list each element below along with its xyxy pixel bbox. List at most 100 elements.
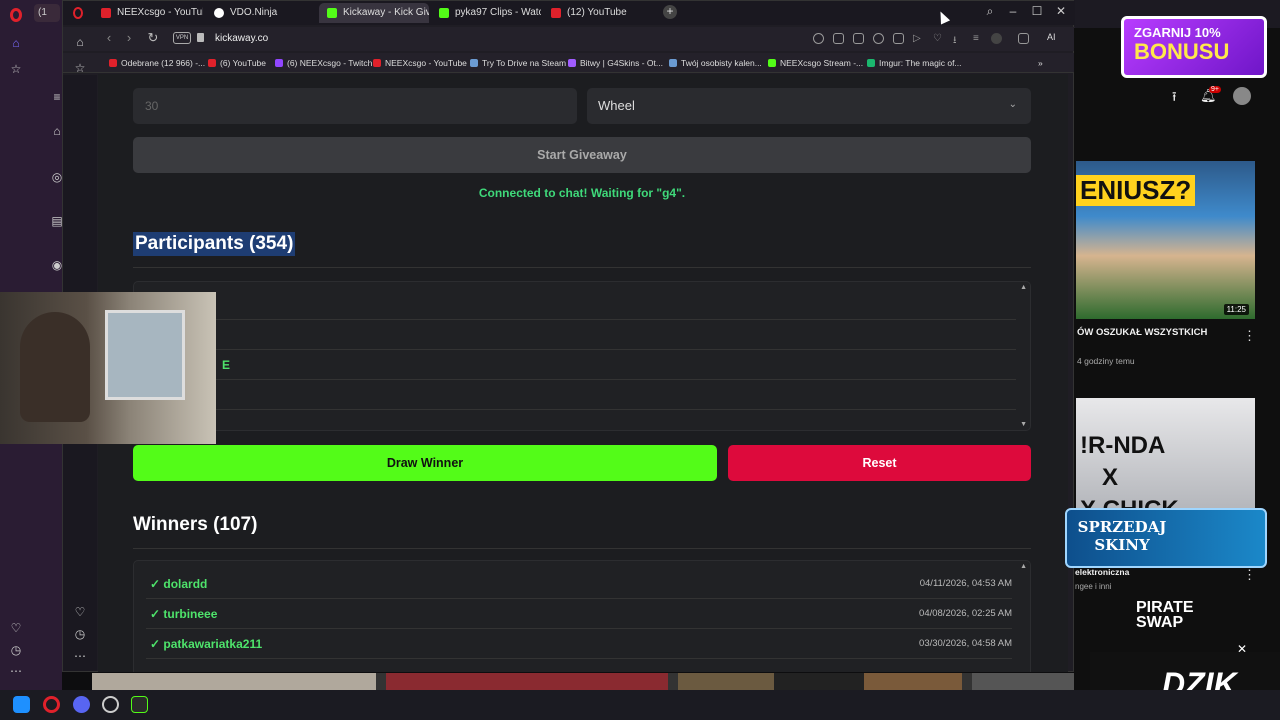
start-giveaway-button[interactable]: Start Giveaway: [133, 137, 1031, 173]
winner-name: ✓ turbineee: [150, 607, 218, 621]
participants-title: Participants (354): [133, 232, 296, 256]
bookmark-item[interactable]: (6) NEEXcsgo - Twitch: [275, 58, 372, 68]
kick-icon: [439, 8, 449, 18]
extension-icon[interactable]: [893, 33, 904, 44]
tab-pyka97-clips[interactable]: pyka97 Clips - Watch Live: [431, 3, 541, 23]
subscriptions-icon[interactable]: ▤: [50, 214, 64, 228]
tab-label: Kickaway - Kick Giveaway: [343, 7, 429, 18]
thumbnail-overlay-text: ENIUSZ?: [1076, 175, 1196, 206]
bookmark-item[interactable]: Odebrane (12 966) -...: [109, 58, 205, 68]
youtube-icon: [373, 59, 381, 67]
history-icon[interactable]: ◷: [9, 643, 23, 657]
outer-tab[interactable]: (1: [34, 4, 60, 22]
history-icon[interactable]: ◷: [73, 627, 87, 641]
duration-input[interactable]: 30: [133, 88, 577, 124]
close-icon[interactable]: ✕: [1049, 4, 1073, 18]
forward-icon[interactable]: ›: [121, 30, 137, 45]
tab-youtube-12[interactable]: (12) YouTube: [543, 3, 653, 23]
download-icon[interactable]: ⭳: [953, 33, 964, 46]
star-icon[interactable]: ☆: [73, 61, 87, 75]
home-icon[interactable]: ⌂: [9, 36, 23, 50]
menu-icon[interactable]: ≡: [973, 33, 984, 44]
bookmarks-overflow-icon[interactable]: »: [1038, 58, 1043, 68]
edit-icon[interactable]: [833, 33, 844, 44]
windows-start-icon[interactable]: [13, 696, 30, 713]
youtube-icon: [208, 59, 216, 67]
bookmark-star-icon[interactable]: ☆: [9, 62, 23, 76]
discord-icon[interactable]: [73, 696, 90, 713]
video-thumbnail[interactable]: ENIUSZ? 11:25: [1076, 161, 1255, 319]
bookmark-item[interactable]: NEEXcsgo Stream -...: [768, 58, 863, 68]
vpn-badge[interactable]: VPN: [173, 32, 191, 44]
shield-icon[interactable]: [873, 33, 884, 44]
lock-icon[interactable]: [197, 33, 204, 42]
video-title[interactable]: elektroniczna: [1075, 567, 1129, 577]
heart-icon[interactable]: ♡: [933, 33, 944, 44]
url-field[interactable]: kickaway.co: [215, 33, 268, 44]
opera-logo-icon[interactable]: [10, 8, 22, 22]
scroll-up-icon[interactable]: ▲: [1020, 284, 1027, 291]
thumbnail-overlay-line: !R-NDA: [1080, 432, 1166, 459]
bookmark-item[interactable]: Imgur: The magic of...: [867, 58, 962, 68]
opera-taskbar-icon[interactable]: [43, 696, 60, 713]
account-icon[interactable]: ◉: [50, 258, 64, 272]
bookmark-item[interactable]: (6) YouTube: [208, 58, 266, 68]
hamburger-icon[interactable]: ≡: [50, 90, 64, 104]
g4skins-icon: [568, 59, 576, 67]
ai-button[interactable]: AI: [1047, 32, 1056, 42]
windows-taskbar: [0, 690, 1280, 720]
more-icon[interactable]: ⋯: [9, 664, 23, 678]
bookmark-item[interactable]: NEEXcsgo - YouTube: [373, 58, 467, 68]
home-icon[interactable]: ⌂: [50, 124, 64, 138]
bookmark-item[interactable]: Bitwy | G4Skins - Ot...: [568, 58, 663, 68]
webcam-streamer: [20, 312, 90, 422]
camera-icon[interactable]: [853, 33, 864, 44]
connection-status: Connected to chat! Waiting for "g4".: [478, 186, 686, 200]
new-tab-button[interactable]: +: [663, 5, 677, 19]
home-icon[interactable]: ⌂: [73, 35, 87, 49]
winners-list[interactable]: ✓ dolardd 04/11/2026, 04:53 AM ✓ turbine…: [133, 560, 1031, 672]
heart-icon[interactable]: ♡: [9, 621, 23, 635]
more-vert-icon[interactable]: ⋮: [1243, 567, 1256, 583]
winner-date: 03/30/2026, 04:58 AM: [919, 638, 1012, 649]
search-icon[interactable]: [813, 33, 824, 44]
search-tabs-icon[interactable]: ⌕: [978, 4, 1002, 19]
reset-button[interactable]: Reset: [728, 445, 1031, 481]
participants-list[interactable]: E ▲ ▼: [133, 281, 1031, 431]
upload-icon[interactable]: ⭱: [1172, 88, 1177, 110]
scroll-down-icon[interactable]: ▼: [1020, 421, 1027, 428]
heart-icon[interactable]: ♡: [73, 605, 87, 619]
more-vert-icon[interactable]: ⋮: [1243, 328, 1256, 344]
profile-icon[interactable]: [991, 33, 1002, 44]
back-icon[interactable]: ‹: [101, 30, 117, 45]
winners-title: Winners (107): [133, 514, 258, 535]
avatar[interactable]: [1233, 87, 1251, 105]
tab-kickaway[interactable]: Kickaway - Kick Giveaway: [319, 3, 429, 23]
bookmark-item[interactable]: Twój osobisty kalen...: [669, 58, 762, 68]
app-taskbar-icon[interactable]: [131, 696, 148, 713]
kick-icon: [768, 59, 776, 67]
mode-select[interactable]: Wheel ⌄: [587, 88, 1031, 124]
draw-winner-button[interactable]: Draw Winner: [133, 445, 717, 481]
obs-icon[interactable]: [102, 696, 119, 713]
minimize-icon[interactable]: –: [1001, 4, 1025, 18]
kick-icon: [327, 8, 337, 18]
winner-name: ✓ patkawariatka211: [150, 637, 263, 651]
more-icon[interactable]: ⋯: [73, 649, 87, 663]
video-title[interactable]: ÓW OSZUKAŁ WSZYSTKICH: [1077, 327, 1207, 338]
play-icon[interactable]: ▷: [913, 33, 924, 44]
maximize-icon[interactable]: ☐: [1025, 4, 1049, 18]
bookmark-item[interactable]: Try To Drive na Steam: [470, 58, 566, 68]
tab-neexcsgo-youtube[interactable]: NEEXcsgo - YouTube: [93, 3, 203, 23]
video-thumbnail[interactable]: !R-NDA X X CHICK: [1076, 398, 1255, 508]
tab-vdo-ninja[interactable]: VDO.Ninja: [206, 3, 316, 23]
kickaway-page: 30 Wheel ⌄ Start Giveaway Connected to c…: [98, 74, 1068, 672]
reload-icon[interactable]: ↻: [145, 30, 161, 46]
explore-icon[interactable]: ◎: [50, 170, 64, 184]
scroll-up-icon[interactable]: ▲: [1020, 563, 1027, 570]
opera-logo-icon[interactable]: [73, 7, 83, 19]
cube-icon[interactable]: [1018, 33, 1029, 44]
table-row: ✓ turbineee 04/08/2026, 02:25 AM: [146, 599, 1012, 629]
bookmark-label: Bitwy | G4Skins - Ot...: [580, 58, 663, 68]
winner-name: ✓ dolardd: [150, 577, 208, 591]
